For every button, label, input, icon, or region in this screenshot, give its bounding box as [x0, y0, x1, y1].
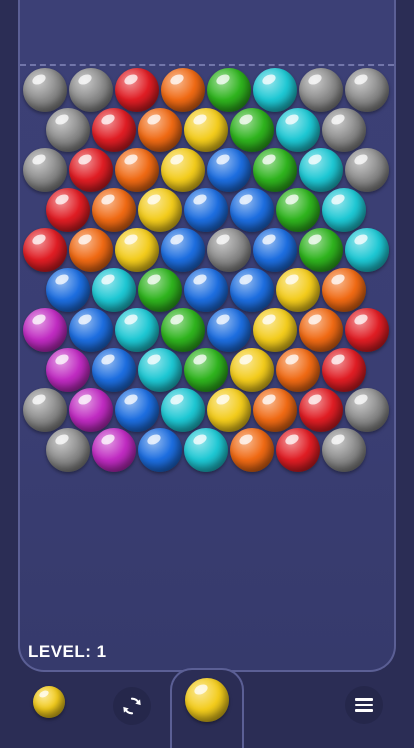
deadline-line — [20, 64, 394, 66]
bubble — [23, 148, 67, 192]
bubble — [46, 108, 90, 152]
bubble — [138, 428, 182, 472]
bubble — [207, 148, 251, 192]
bubble — [115, 308, 159, 352]
menu-button[interactable] — [345, 686, 383, 724]
bubble — [230, 268, 274, 312]
bubble — [138, 108, 182, 152]
bubble — [322, 428, 366, 472]
bubble — [207, 388, 251, 432]
bubble — [345, 68, 389, 112]
bubble — [322, 348, 366, 392]
swap-button[interactable] — [113, 687, 151, 725]
bubble — [92, 188, 136, 232]
bubble — [345, 228, 389, 272]
bubble — [253, 308, 297, 352]
bubble — [92, 348, 136, 392]
bubble — [46, 188, 90, 232]
bubble — [322, 108, 366, 152]
bubble — [276, 348, 320, 392]
hamburger-menu-icon — [355, 698, 373, 712]
bubble — [322, 268, 366, 312]
bubble — [253, 388, 297, 432]
bubble — [161, 148, 205, 192]
bubble — [276, 428, 320, 472]
current-bubble[interactable] — [185, 678, 229, 722]
bubble — [230, 428, 274, 472]
bubble — [161, 228, 205, 272]
bubble — [322, 188, 366, 232]
level-label: LEVEL: 1 — [28, 642, 107, 661]
bubble — [299, 228, 343, 272]
bubble — [138, 188, 182, 232]
bubble — [345, 148, 389, 192]
bubble — [115, 228, 159, 272]
bubble — [46, 428, 90, 472]
bubble — [69, 388, 113, 432]
bubble — [184, 188, 228, 232]
swap-icon — [123, 697, 141, 715]
bubble — [230, 188, 274, 232]
bubble — [253, 148, 297, 192]
bubble — [299, 68, 343, 112]
bubble — [69, 68, 113, 112]
bubble — [92, 108, 136, 152]
bubble — [138, 268, 182, 312]
bubble — [23, 388, 67, 432]
bubble — [23, 68, 67, 112]
bubble — [207, 308, 251, 352]
bubble — [207, 68, 251, 112]
bubble — [69, 308, 113, 352]
bubble — [161, 388, 205, 432]
bubble — [230, 348, 274, 392]
bubble — [184, 268, 228, 312]
bubble — [276, 108, 320, 152]
bubble — [23, 228, 67, 272]
bubble — [46, 348, 90, 392]
bubble — [184, 108, 228, 152]
bubble — [253, 68, 297, 112]
bubble — [230, 108, 274, 152]
bubble — [92, 428, 136, 472]
bubble — [161, 308, 205, 352]
bubble — [299, 308, 343, 352]
bubble — [46, 268, 90, 312]
bubble — [184, 348, 228, 392]
bubble — [69, 228, 113, 272]
bubble — [207, 228, 251, 272]
bubble — [92, 268, 136, 312]
bubble — [299, 388, 343, 432]
bubble — [23, 308, 67, 352]
bubble — [161, 68, 205, 112]
bubble — [276, 188, 320, 232]
bubble — [115, 68, 159, 112]
bubble — [345, 308, 389, 352]
bubble — [115, 388, 159, 432]
bubble — [299, 148, 343, 192]
bubble — [253, 228, 297, 272]
bubble — [115, 148, 159, 192]
bubble — [69, 148, 113, 192]
bubble — [345, 388, 389, 432]
bubble — [184, 428, 228, 472]
next-bubble[interactable] — [33, 686, 65, 718]
bubble — [138, 348, 182, 392]
bubble — [276, 268, 320, 312]
